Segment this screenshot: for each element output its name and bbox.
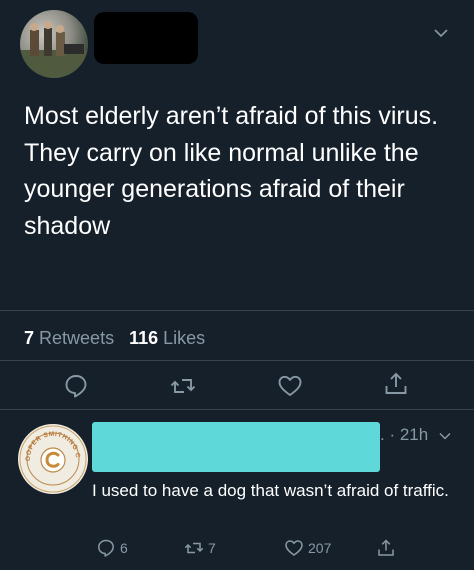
- likes-stat[interactable]: 116 Likes: [129, 328, 205, 348]
- reply-retweet-count: 7: [208, 540, 216, 556]
- author-avatar[interactable]: [20, 10, 88, 78]
- tweet-text: Most elderly aren’t afraid of this virus…: [24, 102, 439, 240]
- reply-like-button[interactable]: 207: [284, 537, 331, 559]
- share-icon: [378, 539, 394, 556]
- like-icon[interactable]: [277, 373, 303, 399]
- divider: [0, 310, 474, 311]
- reply-timestamp: . · 21h: [380, 425, 429, 444]
- retweet-icon: [184, 542, 204, 554]
- reply-icon: [98, 539, 114, 557]
- like-icon: [285, 540, 303, 556]
- redacted-author-name: [94, 12, 198, 64]
- reply-icon[interactable]: [63, 373, 89, 399]
- retweet-icon[interactable]: [170, 373, 196, 399]
- reply-avatar[interactable]: COOPER SMITHING CO.: [15, 419, 88, 494]
- tweet-stats: 7 Retweets 116 Likes: [24, 328, 205, 349]
- redacted-reply-author: [92, 422, 380, 472]
- likes-label: Likes: [163, 328, 206, 348]
- retweets-label: Retweets: [39, 328, 115, 348]
- retweets-count: 7: [24, 328, 35, 348]
- reply-share-button[interactable]: [376, 537, 396, 559]
- chevron-down-icon[interactable]: [437, 428, 453, 444]
- reply-reply-count: 6: [120, 540, 128, 556]
- reply-retweet-button[interactable]: 7: [184, 537, 216, 559]
- reply-text: I used to have a dog that wasn’t afraid …: [92, 481, 449, 500]
- retweets-stat[interactable]: 7 Retweets: [24, 328, 114, 348]
- likes-count: 116: [129, 328, 159, 348]
- reply-reply-button[interactable]: 6: [96, 537, 128, 559]
- divider: [0, 409, 474, 410]
- chevron-down-icon[interactable]: [432, 24, 450, 42]
- reply-like-count: 207: [308, 540, 332, 556]
- share-icon[interactable]: [383, 371, 409, 397]
- divider: [0, 360, 474, 361]
